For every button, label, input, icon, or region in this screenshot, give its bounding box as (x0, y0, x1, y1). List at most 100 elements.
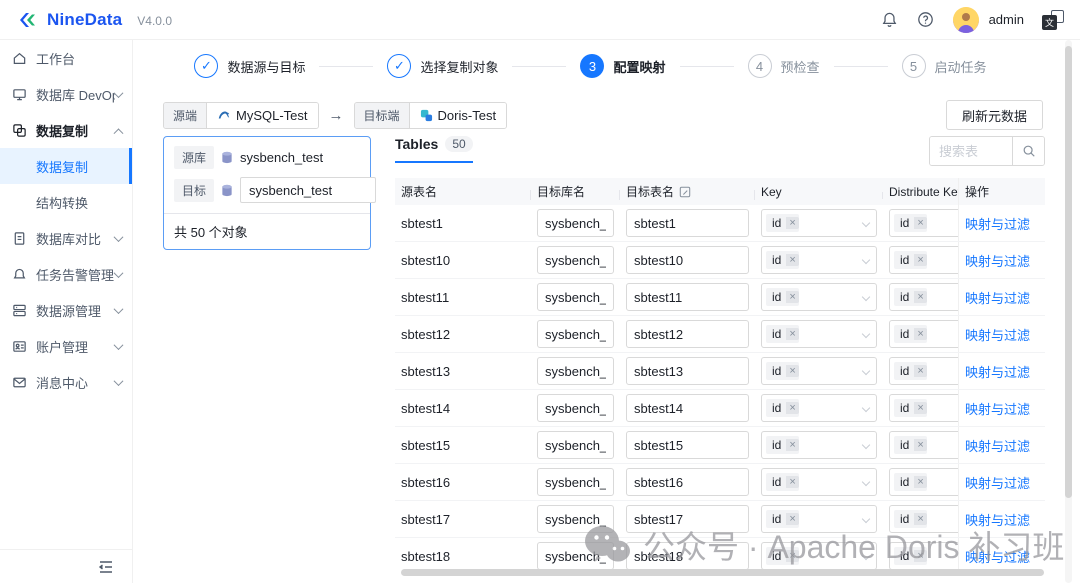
step-configure-mapping[interactable]: 3 配置映射 (580, 54, 665, 78)
remove-tag-icon[interactable]: × (914, 550, 926, 562)
remove-tag-icon[interactable]: × (914, 513, 926, 525)
distribute-key-select[interactable]: id× (889, 505, 958, 533)
mapping-filter-link[interactable]: 映射与过滤 (965, 288, 1030, 307)
step-select-objects[interactable]: ✓ 选择复制对象 (387, 54, 498, 78)
key-select[interactable]: id× (761, 357, 877, 385)
key-select[interactable]: id× (761, 394, 877, 422)
target-table-cell-input[interactable] (626, 209, 749, 237)
tab-tables[interactable]: Tables 50 (395, 136, 473, 163)
search-input[interactable] (930, 137, 1012, 165)
remove-tag-icon[interactable]: × (786, 365, 798, 377)
step-source-target[interactable]: ✓ 数据源与目标 (194, 54, 305, 78)
target-db-cell-input[interactable] (537, 431, 614, 459)
remove-tag-icon[interactable]: × (786, 439, 798, 451)
remove-tag-icon[interactable]: × (914, 365, 926, 377)
target-db-cell-input[interactable] (537, 542, 614, 570)
sidebar-subitem-data-replication[interactable]: 数据复制 (0, 148, 132, 184)
mapping-filter-link[interactable]: 映射与过滤 (965, 214, 1030, 233)
target-table-cell-input[interactable] (626, 505, 749, 533)
target-table-cell-input[interactable] (626, 542, 749, 570)
target-table-cell-input[interactable] (626, 468, 749, 496)
step-precheck[interactable]: 4 预检查 (748, 54, 820, 78)
sidebar-item-task-alarm[interactable]: 任务告警管理 (0, 256, 132, 292)
sidebar-item-account-management[interactable]: 账户管理 (0, 328, 132, 364)
distribute-key-select[interactable]: id× (889, 542, 958, 570)
target-table-cell-input[interactable] (626, 283, 749, 311)
target-db-cell-input[interactable] (537, 357, 614, 385)
target-db-cell-input[interactable] (537, 468, 614, 496)
remove-tag-icon[interactable]: × (786, 402, 798, 414)
horizontal-scrollbar[interactable] (401, 569, 1044, 576)
remove-tag-icon[interactable]: × (914, 254, 926, 266)
remove-tag-icon[interactable]: × (914, 217, 926, 229)
key-select[interactable]: id× (761, 542, 877, 570)
mapping-filter-link[interactable]: 映射与过滤 (965, 325, 1030, 344)
sidebar-item-data-replication[interactable]: 数据复制 (0, 112, 132, 148)
remove-tag-icon[interactable]: × (914, 476, 926, 488)
remove-tag-icon[interactable]: × (786, 550, 798, 562)
key-select[interactable]: id× (761, 505, 877, 533)
remove-tag-icon[interactable]: × (786, 217, 798, 229)
vertical-scrollbar[interactable] (1065, 46, 1072, 498)
user-avatar[interactable] (953, 7, 979, 33)
sidebar-item-database-compare[interactable]: 数据库对比 (0, 220, 132, 256)
target-table-cell-input[interactable] (626, 431, 749, 459)
refresh-metadata-button[interactable]: 刷新元数据 (946, 100, 1043, 130)
remove-tag-icon[interactable]: × (914, 402, 926, 414)
distribute-key-select[interactable]: id× (889, 394, 958, 422)
target-db-cell-input[interactable] (537, 320, 614, 348)
remove-tag-icon[interactable]: × (914, 291, 926, 303)
mapping-filter-link[interactable]: 映射与过滤 (965, 251, 1030, 270)
target-db-cell-input[interactable] (537, 283, 614, 311)
mapping-filter-link[interactable]: 映射与过滤 (965, 510, 1030, 529)
help-icon[interactable] (917, 11, 935, 29)
key-select[interactable]: id× (761, 320, 877, 348)
key-select[interactable]: id× (761, 246, 877, 274)
distribute-key-select[interactable]: id× (889, 357, 958, 385)
target-db-cell-input[interactable] (537, 246, 614, 274)
target-db-input[interactable] (240, 177, 376, 203)
sidebar-item-message-center[interactable]: 消息中心 (0, 364, 132, 400)
target-db-cell-input[interactable] (537, 394, 614, 422)
remove-tag-icon[interactable]: × (914, 328, 926, 340)
mapping-filter-link[interactable]: 映射与过滤 (965, 399, 1030, 418)
language-switch-icon[interactable]: 文 (1042, 10, 1064, 30)
key-select[interactable]: id× (761, 431, 877, 459)
batch-edit-icon[interactable] (679, 186, 691, 198)
mapping-filter-link[interactable]: 映射与过滤 (965, 362, 1030, 381)
sidebar-subitem-structure-conversion[interactable]: 结构转换 (0, 184, 132, 220)
collapse-sidebar-icon[interactable] (98, 560, 114, 574)
sidebar-item-workbench[interactable]: 工作台 (0, 40, 132, 76)
notification-bell-icon[interactable] (881, 11, 899, 29)
distribute-key-select[interactable]: id× (889, 209, 958, 237)
distribute-key-select[interactable]: id× (889, 431, 958, 459)
key-select[interactable]: id× (761, 468, 877, 496)
distribute-key-select[interactable]: id× (889, 320, 958, 348)
sidebar-item-datasource-management[interactable]: 数据源管理 (0, 292, 132, 328)
key-select[interactable]: id× (761, 283, 877, 311)
remove-tag-icon[interactable]: × (786, 476, 798, 488)
remove-tag-icon[interactable]: × (786, 254, 798, 266)
remove-tag-icon[interactable]: × (786, 328, 798, 340)
target-table-cell-input[interactable] (626, 357, 749, 385)
mapping-filter-link[interactable]: 映射与过滤 (965, 436, 1030, 455)
key-select[interactable]: id× (761, 209, 877, 237)
target-db-cell-input[interactable] (537, 209, 614, 237)
search-button[interactable] (1012, 137, 1044, 165)
remove-tag-icon[interactable]: × (914, 439, 926, 451)
brand-logo[interactable]: NineData V4.0.0 (16, 8, 172, 32)
target-table-cell-input[interactable] (626, 246, 749, 274)
step-start-task[interactable]: 5 启动任务 (902, 54, 987, 78)
mapping-filter-link[interactable]: 映射与过滤 (965, 547, 1030, 566)
object-mapping-card[interactable]: 源库 sysbench_test 目标 (163, 136, 371, 250)
distribute-key-select[interactable]: id× (889, 246, 958, 274)
distribute-key-select[interactable]: id× (889, 283, 958, 311)
target-table-cell-input[interactable] (626, 394, 749, 422)
mapping-filter-link[interactable]: 映射与过滤 (965, 473, 1030, 492)
remove-tag-icon[interactable]: × (786, 291, 798, 303)
sidebar-item-database-devops[interactable]: 数据库 DevOps (0, 76, 132, 112)
distribute-key-select[interactable]: id× (889, 468, 958, 496)
target-db-cell-input[interactable] (537, 505, 614, 533)
target-table-cell-input[interactable] (626, 320, 749, 348)
remove-tag-icon[interactable]: × (786, 513, 798, 525)
